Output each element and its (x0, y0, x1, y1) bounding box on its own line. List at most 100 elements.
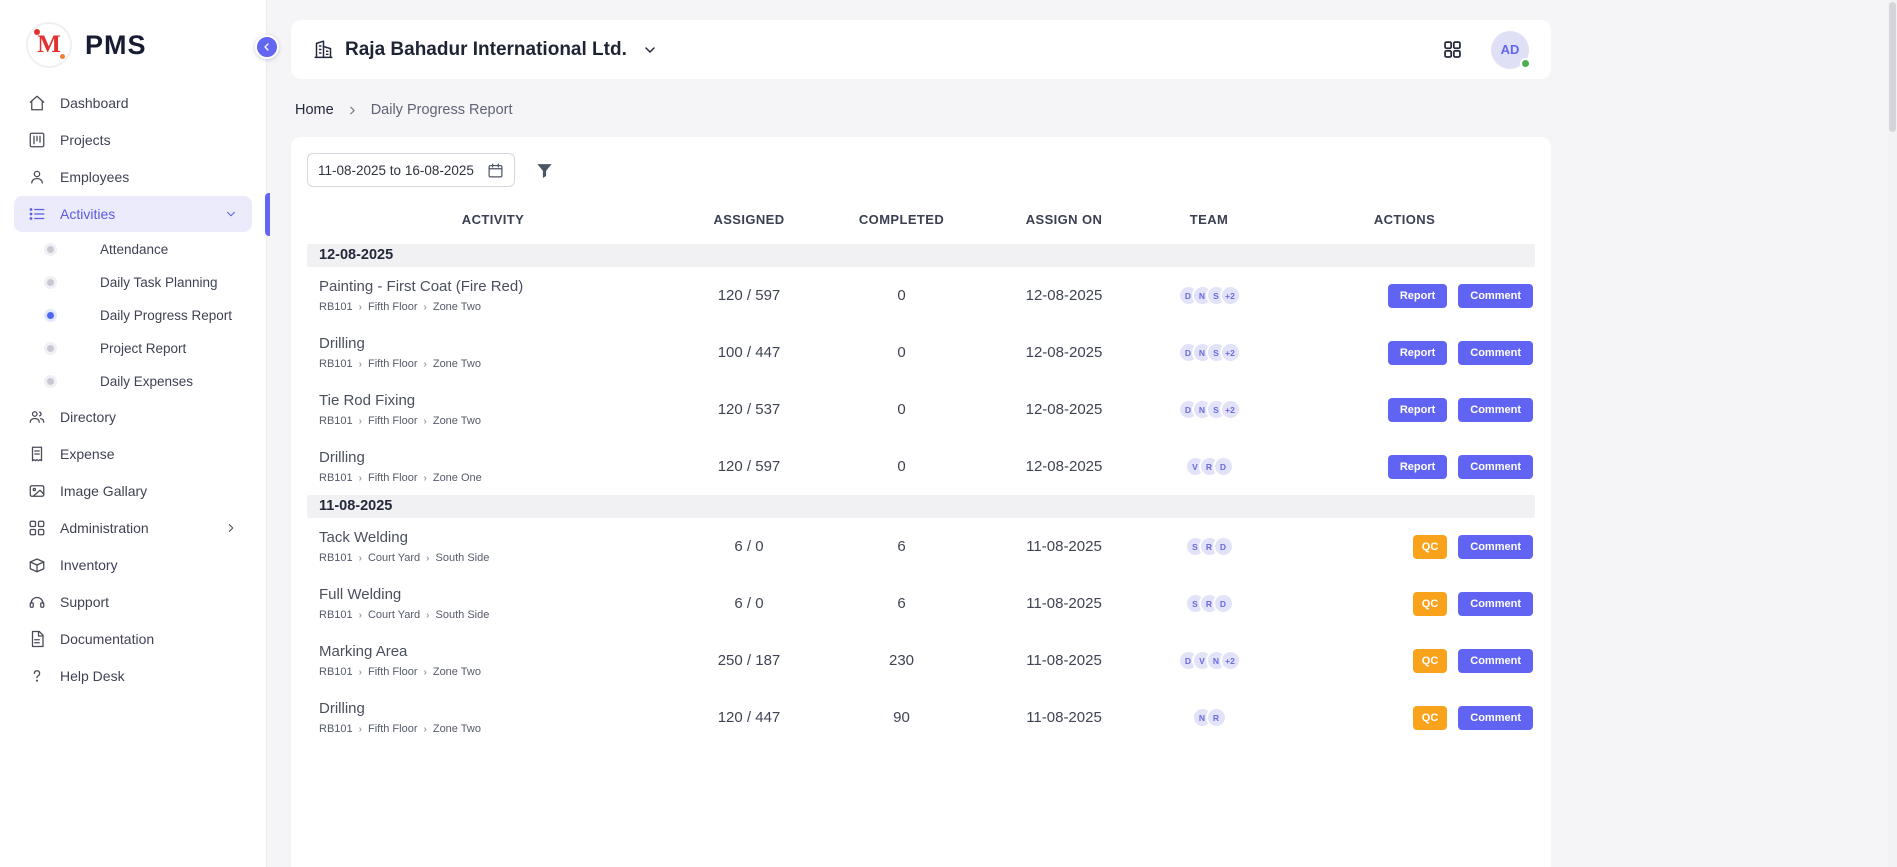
report-button[interactable]: Report (1388, 455, 1447, 479)
activity-path: RB101› Fifth Floor› Zone Two (319, 358, 679, 370)
comment-button[interactable]: Comment (1458, 535, 1533, 559)
activity-path: RB101› Fifth Floor› Zone Two (319, 723, 679, 735)
comment-button[interactable]: Comment (1458, 455, 1533, 479)
chevron-right-icon (224, 521, 238, 535)
sidebar-item-activities[interactable]: Activities (14, 196, 252, 232)
bullet-icon (47, 345, 54, 352)
comment-button[interactable]: Comment (1458, 592, 1533, 616)
sidebar-item-expense[interactable]: Expense (14, 436, 252, 472)
sidebar-item-label: Inventory (60, 557, 118, 573)
table-row: Drilling RB101› Fifth Floor› Zone One 12… (307, 438, 1535, 495)
sidebar-subitem-attendance[interactable]: Attendance (10, 233, 256, 266)
team-avatar-more[interactable]: +2 (1220, 285, 1241, 306)
qc-button[interactable]: QC (1413, 535, 1448, 559)
sidebar: M PMS Dashboard Projects Employees Activ… (0, 0, 267, 867)
grid-icon (28, 519, 46, 537)
sidebar-item-help-desk[interactable]: Help Desk (14, 658, 252, 694)
sidebar-item-inventory[interactable]: Inventory (14, 547, 252, 583)
sidebar-item-label: Help Desk (60, 668, 125, 684)
sidebar-subitem-label: Attendance (100, 242, 168, 257)
team-avatar-more[interactable]: +2 (1220, 650, 1241, 671)
chevron-sep: › (424, 667, 427, 678)
report-button[interactable]: Report (1388, 398, 1447, 422)
comment-button[interactable]: Comment (1458, 398, 1533, 422)
comment-button[interactable]: Comment (1458, 341, 1533, 365)
sidebar-item-employees[interactable]: Employees (14, 159, 252, 195)
comment-button[interactable]: Comment (1458, 706, 1533, 730)
team-avatars: S R D (1144, 593, 1274, 614)
sidebar-item-support[interactable]: Support (14, 584, 252, 620)
team-avatars: D N S +2 (1144, 342, 1274, 363)
col-header-activity: ACTIVITY (307, 212, 679, 227)
sidebar-collapse-button[interactable] (255, 35, 279, 59)
filter-funnel-icon[interactable] (535, 161, 554, 180)
team-avatars: D N S +2 (1144, 399, 1274, 420)
sidebar-item-label: Image Gallary (60, 483, 147, 499)
building-icon (313, 39, 334, 60)
completed-value: 0 (819, 287, 984, 304)
assign-on-value: 12-08-2025 (984, 458, 1144, 475)
sidebar-subitem-label: Daily Expenses (100, 374, 193, 389)
sidebar-item-label: Administration (60, 520, 149, 536)
user-avatar[interactable]: AD (1491, 31, 1529, 69)
team-avatar: R (1206, 707, 1227, 728)
apps-grid-icon[interactable] (1442, 39, 1463, 60)
logo: M PMS (0, 16, 266, 84)
chevron-sep: › (424, 473, 427, 484)
assigned-value: 120 / 597 (679, 287, 819, 304)
report-button[interactable]: Report (1388, 341, 1447, 365)
table-row: Painting - First Coat (Fire Red) RB101› … (307, 267, 1535, 324)
sidebar-subitem-project-report[interactable]: Project Report (10, 332, 256, 365)
sidebar-subitem-daily-progress-report[interactable]: Daily Progress Report (10, 299, 256, 332)
bullet-icon (47, 378, 54, 385)
completed-value: 6 (819, 595, 984, 612)
chevron-sep: › (424, 359, 427, 370)
sidebar-item-label: Expense (60, 446, 114, 462)
box-icon (28, 556, 46, 574)
activity-title: Drilling (319, 449, 679, 466)
sidebar-item-directory[interactable]: Directory (14, 399, 252, 435)
col-header-assign-on: ASSIGN ON (984, 212, 1144, 227)
table-row: Marking Area RB101› Fifth Floor› Zone Tw… (307, 632, 1535, 689)
team-avatar-more[interactable]: +2 (1220, 342, 1241, 363)
sidebar-item-dashboard[interactable]: Dashboard (14, 85, 252, 121)
assigned-value: 6 / 0 (679, 595, 819, 612)
activity-path: RB101› Fifth Floor› Zone One (319, 472, 679, 484)
table-row: Drilling RB101› Fifth Floor› Zone Two 12… (307, 689, 1535, 746)
sidebar-item-administration[interactable]: Administration (14, 510, 252, 546)
qc-button[interactable]: QC (1413, 592, 1448, 616)
main-area: Raja Bahadur International Ltd. AD Home … (267, 0, 1897, 867)
qc-button[interactable]: QC (1413, 706, 1448, 730)
sidebar-item-label: Activities (60, 206, 115, 222)
report-button[interactable]: Report (1388, 284, 1447, 308)
sidebar-subitem-daily-expenses[interactable]: Daily Expenses (10, 365, 256, 398)
sidebar-subitem-daily-task-planning[interactable]: Daily Task Planning (10, 266, 256, 299)
comment-button[interactable]: Comment (1458, 649, 1533, 673)
activity-title: Full Welding (319, 586, 679, 603)
activity-title: Drilling (319, 335, 679, 352)
date-range-input[interactable]: 11-08-2025 to 16-08-2025 (307, 153, 515, 187)
team-avatar-more[interactable]: +2 (1220, 399, 1241, 420)
sidebar-item-image-gallery[interactable]: Image Gallary (14, 473, 252, 509)
company-name: Raja Bahadur International Ltd. (345, 39, 627, 61)
company-selector[interactable]: Raja Bahadur International Ltd. (313, 39, 658, 61)
chevron-sep: › (359, 473, 362, 484)
date-group-header: 11-08-2025 (307, 495, 1535, 518)
assign-on-value: 11-08-2025 (984, 595, 1144, 612)
vertical-scrollbar[interactable] (1888, 0, 1897, 867)
header-actions: AD (1442, 31, 1529, 69)
calendar-icon[interactable] (487, 162, 504, 179)
sidebar-item-projects[interactable]: Projects (14, 122, 252, 158)
sidebar-item-label: Projects (60, 132, 111, 148)
sidebar-item-documentation[interactable]: Documentation (14, 621, 252, 657)
activity-path: RB101› Fifth Floor› Zone Two (319, 666, 679, 678)
activity-title: Drilling (319, 700, 679, 717)
breadcrumb-home-link[interactable]: Home (295, 102, 334, 118)
scrollbar-thumb[interactable] (1889, 2, 1896, 132)
table-row: Tie Rod Fixing RB101› Fifth Floor› Zone … (307, 381, 1535, 438)
chevron-sep: › (359, 553, 362, 564)
team-avatars: D V N +2 (1144, 650, 1274, 671)
app-title: PMS (85, 30, 147, 61)
comment-button[interactable]: Comment (1458, 284, 1533, 308)
qc-button[interactable]: QC (1413, 649, 1448, 673)
